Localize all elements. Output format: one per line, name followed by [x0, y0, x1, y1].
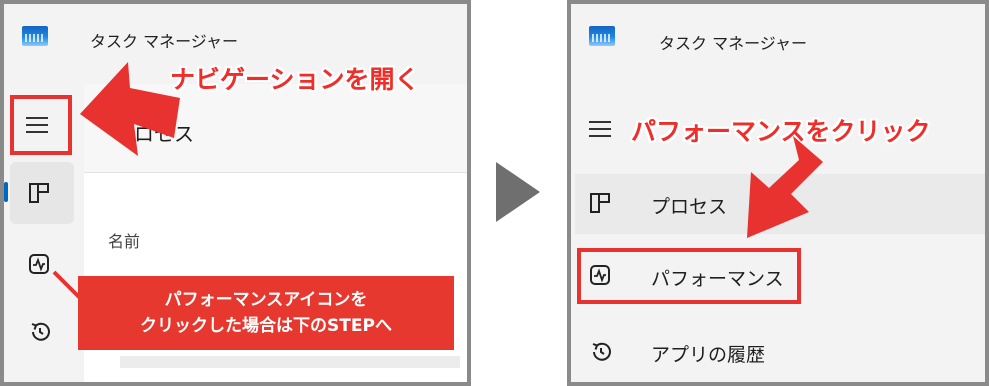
annotation-arrow-down — [747, 136, 823, 238]
column-header-name: 名前 — [108, 232, 141, 251]
highlight-hamburger-box — [10, 95, 72, 155]
app-history-icon[interactable] — [28, 320, 52, 344]
blurred-row — [120, 356, 460, 368]
menu-label-app-history: アプリの履歴 — [651, 344, 766, 366]
performance-icon[interactable] — [28, 253, 50, 275]
callout-line-2: クリックした場合は下のSTEPへ — [140, 316, 392, 336]
task-manager-app-icon — [22, 26, 48, 46]
right-screenshot-panel: タスク マネージャー パフォーマンスをクリック プロセス パフォーマンス アプリ… — [567, 0, 989, 386]
next-step-arrow — [496, 162, 540, 222]
window-title: タスク マネージャー — [659, 34, 807, 53]
performance-icon-callout: パフォーマンスアイコンを クリックした場合は下のSTEPへ — [78, 276, 454, 350]
left-screenshot-panel: タスク マネージャー プロセス 名前 ナビゲーションを開く パフォーマンスアイコ… — [0, 0, 471, 386]
processes-icon[interactable] — [28, 182, 50, 204]
task-manager-app-icon — [589, 26, 615, 46]
window-title: タスク マネージャー — [90, 32, 238, 51]
highlight-performance-box — [577, 248, 801, 304]
callout-line-1: パフォーマンスアイコンを — [164, 290, 368, 310]
hamburger-menu-icon[interactable] — [589, 121, 611, 137]
annotation-open-navigation: ナビゲーションを開く — [170, 65, 420, 94]
menu-label-processes: プロセス — [651, 196, 728, 218]
menu-item-app-history[interactable]: アプリの履歴 — [575, 322, 985, 382]
app-history-icon — [592, 342, 611, 361]
processes-icon — [590, 193, 610, 213]
nav-selection-indicator — [4, 182, 8, 202]
